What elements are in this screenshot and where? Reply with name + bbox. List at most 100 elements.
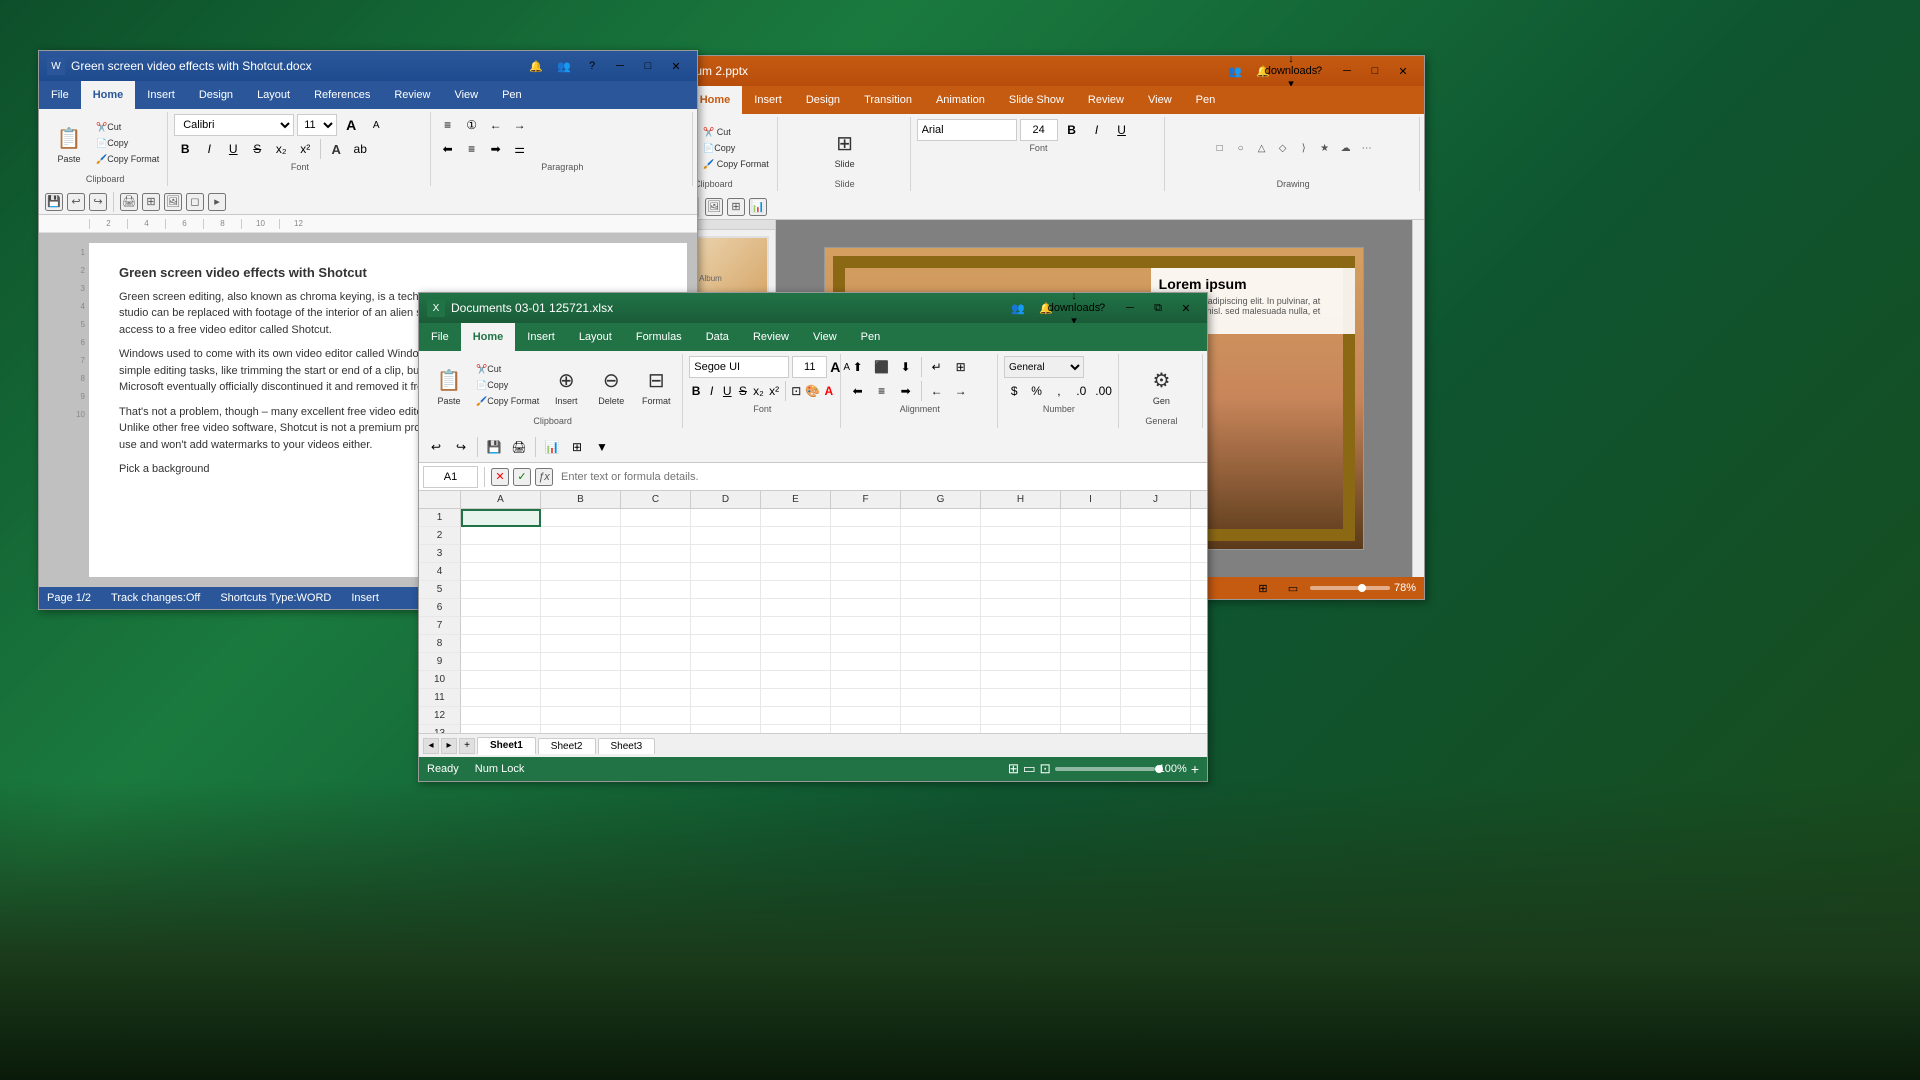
word-tab-design[interactable]: Design [187, 81, 245, 109]
ppt-shape-7[interactable]: ☁ [1336, 138, 1356, 158]
excel-tab-insert[interactable]: Insert [515, 323, 567, 351]
excel-currency-btn[interactable]: $ [1004, 380, 1024, 402]
excel-sheet-tab-1[interactable]: Sheet1 [477, 737, 536, 755]
ppt-shape-5[interactable]: ⟩ [1294, 138, 1314, 158]
qa-undo-btn[interactable]: ↩ [67, 193, 85, 211]
excel-font-grow[interactable]: A [830, 356, 840, 378]
word-copy-format-btn[interactable]: 🖌️ Copy Format [92, 152, 163, 167]
ppt-shape-2[interactable]: ○ [1231, 138, 1251, 158]
cell-G1[interactable] [901, 509, 981, 527]
col-header-A[interactable]: A [461, 491, 541, 508]
cell-A1[interactable] [461, 509, 541, 527]
excel-tab-file[interactable]: File [419, 323, 461, 351]
ppt-close-btn[interactable]: ✕ [1390, 61, 1416, 81]
word-tab-references[interactable]: References [302, 81, 382, 109]
excel-collab-btn[interactable]: 👥 [1005, 298, 1031, 318]
excel-qa-print[interactable]: 🖨 [508, 436, 530, 458]
highlight-btn[interactable]: ab [349, 138, 371, 160]
excel-qa-filter[interactable]: ▼ [591, 436, 613, 458]
justify-btn[interactable]: ⚌ [509, 138, 531, 160]
cell-D1[interactable] [691, 509, 761, 527]
cell-K1[interactable] [1191, 509, 1207, 527]
excel-copy-format-btn[interactable]: 🖌️ Copy Format [472, 394, 543, 409]
col-header-D[interactable]: D [691, 491, 761, 508]
align-right-btn[interactable]: ➡ [485, 138, 507, 160]
excel-italic-btn[interactable]: I [705, 380, 719, 402]
ppt-zoom-slider[interactable] [1310, 586, 1390, 590]
excel-tab-layout[interactable]: Layout [567, 323, 624, 351]
excel-sheet-tab-2[interactable]: Sheet2 [538, 738, 596, 754]
cell-B1[interactable] [541, 509, 621, 527]
excel-font-size[interactable] [792, 356, 827, 378]
ppt-tab-view[interactable]: View [1136, 86, 1184, 114]
excel-qa-redo[interactable]: ↪ [450, 436, 472, 458]
underline-btn[interactable]: U [222, 138, 244, 160]
ppt-copy-format-btn[interactable]: 🖌️ Copy Format [699, 157, 773, 172]
excel-fill-color-btn[interactable]: 🎨 [805, 380, 820, 402]
word-font-size[interactable]: 11 [297, 114, 337, 136]
word-maximize-btn[interactable]: □ [635, 56, 661, 76]
excel-tab-formulas[interactable]: Formulas [624, 323, 694, 351]
excel-align-mid[interactable]: ⬛ [871, 356, 893, 378]
excel-restore-btn[interactable]: ⧉ [1145, 298, 1171, 318]
ppt-new-slide-btn[interactable]: ⊞ Slide [823, 124, 867, 172]
ppt-scrollbar[interactable] [1412, 220, 1424, 577]
ppt-font-size[interactable] [1020, 119, 1058, 141]
excel-delete-btn[interactable]: ⊖ Delete [589, 361, 633, 409]
col-header-F[interactable]: F [831, 491, 901, 508]
excel-format-btn[interactable]: ⊟ Format [634, 361, 678, 409]
ppt-bold-btn[interactable]: B [1061, 119, 1083, 141]
excel-superscript-btn[interactable]: x² [767, 380, 781, 402]
cell-A2[interactable] [461, 527, 541, 545]
qa-table-btn[interactable]: ⊞ [142, 193, 160, 211]
word-notification-btn[interactable]: 🔔 [523, 56, 549, 76]
excel-indent-dec[interactable]: ← [926, 380, 948, 402]
ppt-shape-more[interactable]: ⋯ [1357, 138, 1377, 158]
ppt-copy-btn[interactable]: 📄 Copy [699, 141, 773, 156]
word-tab-view[interactable]: View [442, 81, 490, 109]
subscript-btn[interactable]: x₂ [270, 138, 292, 160]
excel-strikethrough-btn[interactable]: S [736, 380, 750, 402]
ppt-collab-btn[interactable]: 👥 [1222, 61, 1248, 81]
excel-align-right[interactable]: ➡ [895, 380, 917, 402]
strikethrough-btn[interactable]: S [246, 138, 268, 160]
excel-tab-view[interactable]: View [801, 323, 849, 351]
ppt-tab-design[interactable]: Design [794, 86, 852, 114]
excel-font-select[interactable] [689, 356, 789, 378]
excel-add-sheet-btn[interactable]: + [459, 738, 475, 754]
ppt-view-normal[interactable]: ⊞ [1250, 578, 1276, 598]
ppt-italic-btn[interactable]: I [1086, 119, 1108, 141]
excel-font-color-btn[interactable]: A [822, 380, 836, 402]
excel-subscript-btn[interactable]: x₂ [752, 380, 766, 402]
word-paste-btn[interactable]: 📋 Paste [47, 119, 91, 167]
excel-qa-undo[interactable]: ↩ [425, 436, 447, 458]
word-minimize-btn[interactable]: ─ [607, 56, 633, 76]
ppt-tab-review[interactable]: Review [1076, 86, 1136, 114]
excel-paste-btn[interactable]: 📋 Paste [427, 361, 471, 409]
ppt-tab-animation[interactable]: Animation [924, 86, 997, 114]
col-header-K[interactable]: K [1191, 491, 1207, 508]
excel-percent-btn[interactable]: % [1026, 380, 1046, 402]
excel-zoom-in[interactable]: + [1191, 761, 1199, 777]
cell-H1[interactable] [981, 509, 1061, 527]
excel-tab-review[interactable]: Review [741, 323, 801, 351]
col-header-I[interactable]: I [1061, 491, 1121, 508]
qa-redo-btn[interactable]: ↪ [89, 193, 107, 211]
cell-C1[interactable] [621, 509, 691, 527]
excel-align-left[interactable]: ⬅ [847, 380, 869, 402]
word-tab-review[interactable]: Review [382, 81, 442, 109]
ppt-font-select[interactable] [917, 119, 1017, 141]
excel-gen-btn[interactable]: ⚙ Gen [1139, 361, 1183, 409]
word-cut-btn[interactable]: ✂️ Cut [92, 120, 163, 135]
ppt-minimize-btn[interactable]: ─ [1334, 61, 1360, 81]
italic-btn[interactable]: I [198, 138, 220, 160]
bullets-btn[interactable]: ≡ [437, 114, 459, 136]
col-header-C[interactable]: C [621, 491, 691, 508]
qa-shape-btn[interactable]: ◻ [186, 193, 204, 211]
superscript-btn[interactable]: x² [294, 138, 316, 160]
ppt-shape-4[interactable]: ◇ [1273, 138, 1293, 158]
align-left-btn[interactable]: ⬅ [437, 138, 459, 160]
word-tab-file[interactable]: File [39, 81, 81, 109]
excel-border-btn[interactable]: ⊡ [790, 380, 804, 402]
excel-qa-table[interactable]: ⊞ [566, 436, 588, 458]
